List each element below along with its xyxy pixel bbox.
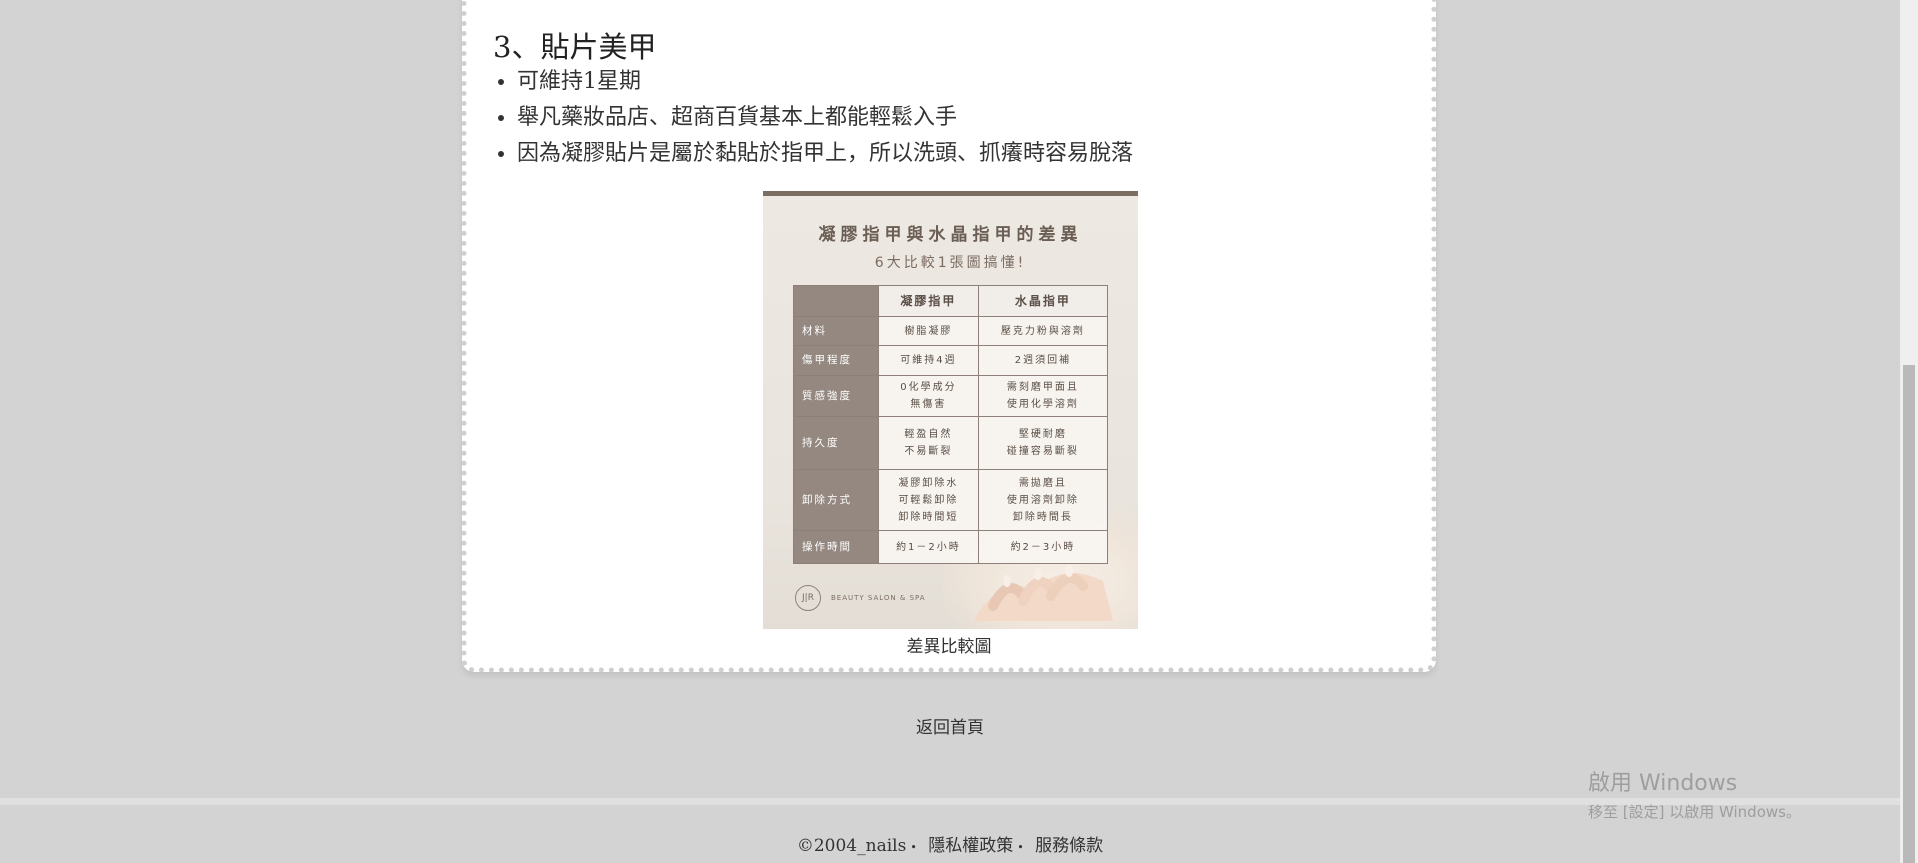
copyright-text: ©2004_nails — [796, 836, 907, 856]
cell-line: 碰撞容易斷裂 — [1006, 446, 1079, 457]
list-item: 因為凝膠貼片是屬於黏貼於指甲上，所以洗頭、抓癢時容易脫落 — [517, 136, 1133, 172]
cell-line: 卸除時間長 — [1012, 511, 1073, 523]
row-label: 持久度 — [793, 416, 879, 470]
terms-of-service-link[interactable]: 服務條款 — [1035, 836, 1103, 856]
infographic-title: 凝膠指甲與水晶指甲的差異 — [818, 225, 1083, 245]
table-cell: 約2－3小時 — [977, 530, 1109, 564]
infographic-subtitle: 6大比較1張圖搞懂! — [874, 255, 1027, 271]
table-cell: 壓克力粉與溶劑 — [977, 316, 1109, 346]
table-cell: 需刻磨甲面且 使用化學溶劑 — [977, 375, 1109, 417]
row-label: 質感強度 — [793, 375, 879, 417]
brand-logo: J|R — [795, 585, 821, 611]
table-row: 材料 樹脂凝膠 壓克力粉與溶劑 — [793, 316, 1109, 346]
cell-line: 卸除時間短 — [898, 511, 959, 523]
row-label: 卸除方式 — [793, 469, 879, 531]
row-label: 傷甲程度 — [793, 345, 879, 376]
table-cell: 堅硬耐磨 碰撞容易斷裂 — [977, 416, 1109, 470]
windows-activation-watermark: 啟用 Windows 移至 [設定] 以啟用 Windows。 — [1588, 765, 1801, 822]
cell-line: 使用溶劑卸除 — [1006, 494, 1079, 506]
footer-separator: • — [1017, 841, 1024, 854]
footer-separator: • — [910, 841, 917, 854]
cell-line: 需拋磨且 — [1018, 477, 1067, 489]
table-cell: 凝膠卸除水 可輕鬆卸除 卸除時間短 — [878, 469, 979, 531]
section-heading: 3、貼片美甲 — [493, 30, 657, 64]
cell-line: 0化學成分 — [900, 382, 957, 393]
table-row: 卸除方式 凝膠卸除水 可輕鬆卸除 卸除時間短 需拋磨且 使用溶劑卸除 卸除時間長 — [793, 469, 1109, 531]
table-cell: 輕盈自然 不易斷裂 — [878, 416, 979, 470]
back-to-home-link[interactable]: 返回首頁 — [0, 713, 1900, 738]
back-to-home-label[interactable]: 返回首頁 — [916, 718, 984, 738]
table-row: 質感強度 0化學成分 無傷害 需刻磨甲面且 使用化學溶劑 — [793, 375, 1109, 417]
cell-line: 不易斷裂 — [904, 446, 953, 457]
table-row: 傷甲程度 可維持4週 2週須回補 — [793, 345, 1109, 376]
vertical-scrollbar[interactable] — [1900, 0, 1918, 863]
article-card: 3、貼片美甲 可維持1星期 舉凡藥妝品店、超商百貨基本上都能輕鬆入手 因為凝膠貼… — [462, 0, 1436, 672]
cell-line: 無傷害 — [910, 399, 947, 410]
table-corner — [793, 285, 879, 317]
table-cell: 可維持4週 — [878, 345, 979, 376]
cell-line: 可輕鬆卸除 — [898, 494, 959, 506]
table-cell: 需拋磨且 使用溶劑卸除 卸除時間長 — [977, 469, 1109, 531]
table-cell: 0化學成分 無傷害 — [878, 375, 979, 417]
cell-line: 使用化學溶劑 — [1006, 399, 1079, 410]
bullet-list: 可維持1星期 舉凡藥妝品店、超商百貨基本上都能輕鬆入手 因為凝膠貼片是屬於黏貼於… — [493, 64, 1133, 172]
table-cell: 2週須回補 — [977, 345, 1109, 376]
page: 3、貼片美甲 可維持1星期 舉凡藥妝品店、超商百貨基本上都能輕鬆入手 因為凝膠貼… — [0, 0, 1918, 863]
cell-line: 堅硬耐磨 — [1018, 429, 1067, 440]
table-cell: 樹脂凝膠 — [878, 316, 979, 346]
cell-line: 需刻磨甲面且 — [1006, 382, 1079, 393]
table-row: 持久度 輕盈自然 不易斷裂 堅硬耐磨 碰撞容易斷裂 — [793, 416, 1109, 470]
list-item: 舉凡藥妝品店、超商百貨基本上都能輕鬆入手 — [517, 100, 1133, 136]
row-label: 材料 — [793, 316, 879, 346]
row-label: 操作時間 — [793, 530, 879, 564]
list-item: 可維持1星期 — [517, 64, 1133, 100]
brand-text: BEAUTY SALON & SPA — [831, 594, 926, 602]
table-cell: 約1－2小時 — [878, 530, 979, 564]
scrollbar-thumb[interactable] — [1903, 365, 1915, 863]
footer: ©2004_nails • 隱私權政策 • 服務條款 — [0, 831, 1900, 856]
watermark-title: 啟用 Windows — [1588, 771, 1738, 796]
cell-line: 輕盈自然 — [904, 429, 953, 440]
comparison-infographic-image[interactable]: 凝膠指甲與水晶指甲的差異 6大比較1張圖搞懂! 凝膠指甲 水晶指甲 材料 樹脂凝… — [763, 191, 1138, 629]
table-row: 操作時間 約1－2小時 約2－3小時 — [793, 530, 1109, 564]
image-caption: 差異比較圖 — [906, 637, 992, 657]
cell-line: 凝膠卸除水 — [898, 477, 959, 489]
column-header: 水晶指甲 — [977, 285, 1109, 317]
watermark-subtitle: 移至 [設定] 以啟用 Windows。 — [1588, 803, 1801, 821]
column-header: 凝膠指甲 — [878, 285, 979, 317]
privacy-policy-link[interactable]: 隱私權政策 — [928, 836, 1013, 856]
comparison-table: 凝膠指甲 水晶指甲 材料 樹脂凝膠 壓克力粉與溶劑 傷甲程度 可維持4週 2週須… — [793, 285, 1109, 564]
